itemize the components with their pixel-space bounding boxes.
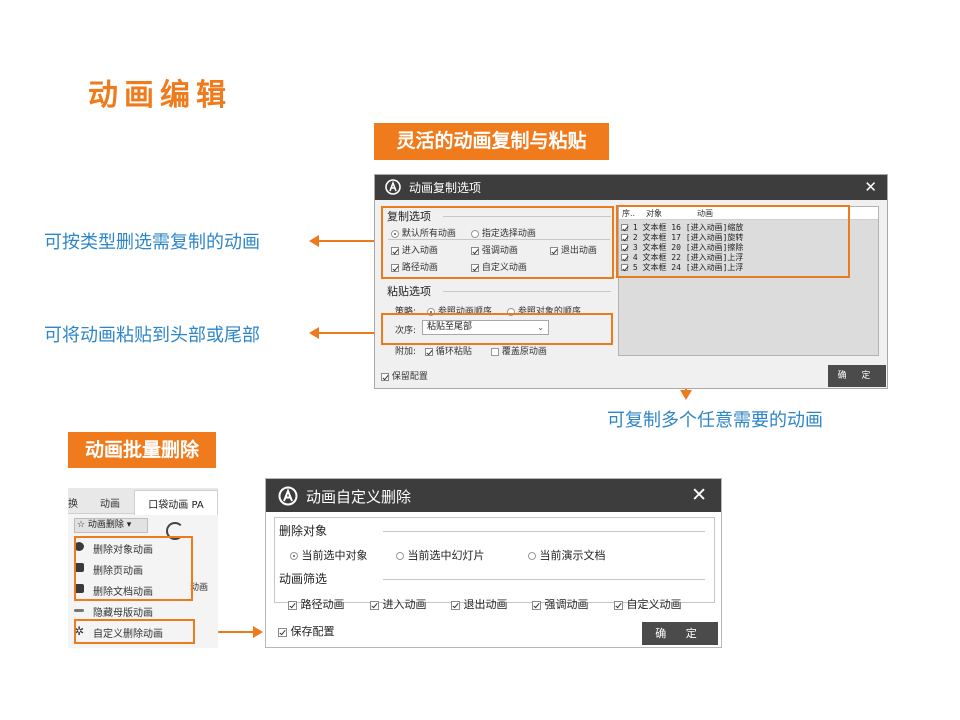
checkbox-icon	[451, 600, 460, 610]
section-divider	[383, 579, 705, 580]
close-icon[interactable]: ✕	[864, 178, 877, 196]
checkbox-label: 退出动画	[463, 598, 508, 611]
menu-item-hide-master[interactable]: 隐藏母版动画	[68, 600, 208, 621]
radio-icon	[528, 552, 536, 560]
checkbox-label: 路径动画	[300, 598, 345, 611]
radio-current-object[interactable]: 当前选中对象	[290, 547, 368, 563]
checkbox-loop-paste[interactable]: 循环粘贴	[425, 344, 472, 357]
pocket-animation-logo-icon	[278, 486, 298, 506]
radio-current-document[interactable]: 当前演示文档	[528, 547, 606, 563]
close-icon[interactable]: ✕	[691, 484, 707, 506]
dropdown-label: ☆ 动画删除 ▾	[77, 520, 132, 530]
checkbox-overwrite[interactable]: 覆盖原动画	[491, 344, 547, 357]
highlight-delete-menu	[74, 536, 193, 601]
checkbox-label: 保留配置	[391, 372, 428, 382]
highlight-custom-delete	[74, 619, 195, 644]
copy-paste-banner: 灵活的动画复制与粘贴	[374, 123, 609, 160]
radio-icon	[290, 552, 298, 560]
arrowhead-icon	[309, 327, 319, 339]
checkbox-label: 覆盖原动画	[501, 347, 547, 357]
section-divider	[383, 531, 705, 532]
checkbox-entrance[interactable]: 进入动画	[370, 596, 427, 612]
radio-label: 当前演示文档	[539, 549, 606, 562]
checkbox-icon	[278, 627, 287, 637]
custom-delete-dialog: 动画自定义删除 ✕ 删除对象 当前选中对象 当前选中幻灯片 当前演示文档 动画筛…	[265, 478, 722, 648]
checkbox-icon	[491, 347, 499, 356]
note-copy-multiple: 可复制多个任意需要的动画	[607, 410, 823, 431]
checkbox-emphasis[interactable]: 强调动画	[532, 596, 589, 612]
checkbox-label: 保存配置	[290, 625, 335, 638]
delete-options-panel: 删除对象 当前选中对象 当前选中幻灯片 当前演示文档 动画筛选	[274, 517, 715, 603]
ribbon-tabs: 换 动画 口袋动画 PA	[68, 488, 218, 515]
section-divider	[443, 291, 611, 292]
checkbox-save-config[interactable]: 保留配置	[381, 369, 428, 382]
tab-switch[interactable]: 换	[68, 495, 78, 510]
dialog-titlebar: 动画自定义删除 ✕	[266, 479, 721, 512]
arrowhead-icon	[680, 390, 692, 400]
arrow-to-paste-order	[318, 332, 380, 334]
dialog-title: 动画复制选项	[409, 181, 482, 195]
hide-icon	[74, 609, 84, 612]
radio-current-slide[interactable]: 当前选中幻灯片	[396, 547, 485, 563]
pocket-animation-logo-icon	[385, 179, 401, 195]
checkbox-label: 循环粘贴	[435, 347, 472, 357]
ok-button[interactable]: 确 定	[828, 365, 886, 387]
note-filter-copy: 可按类型删选需复制的动画	[44, 232, 260, 253]
checkbox-label: 自定义动画	[626, 598, 682, 611]
checkbox-custom[interactable]: 自定义动画	[614, 596, 682, 612]
checkbox-icon	[425, 347, 433, 356]
checkbox-icon	[370, 600, 379, 610]
radio-label: 当前选中对象	[301, 549, 368, 562]
arrowhead-icon	[253, 626, 263, 638]
arrow-to-copy-options	[318, 240, 380, 242]
checkbox-save-config[interactable]: 保存配置	[278, 623, 335, 639]
filter-label: 动画筛选	[279, 572, 328, 586]
checkbox-icon	[532, 600, 541, 610]
paste-section-label: 粘贴选项	[387, 285, 431, 298]
checkbox-icon	[288, 600, 297, 610]
radio-icon	[396, 552, 404, 560]
checkbox-label: 进入动画	[382, 598, 427, 611]
delete-target-label: 删除对象	[279, 524, 328, 538]
checkbox-icon	[381, 372, 389, 381]
note-paste-position: 可将动画粘贴到头部或尾部	[44, 325, 260, 346]
dialog-titlebar: 动画复制选项 ✕	[375, 175, 887, 200]
ok-button[interactable]: 确 定	[642, 622, 718, 645]
tab-pocket-animation[interactable]: 口袋动画 PA	[134, 490, 218, 515]
highlight-paste-order	[381, 313, 613, 345]
checkbox-label: 强调动画	[544, 598, 589, 611]
checkbox-icon	[614, 600, 623, 610]
checkbox-path[interactable]: 路径动画	[288, 596, 345, 612]
dialog-title: 动画自定义删除	[306, 488, 412, 506]
checkbox-exit[interactable]: 退出动画	[451, 596, 508, 612]
highlight-copy-options	[381, 206, 614, 279]
ribbon-snippet: 换 动画 口袋动画 PA ☆ 动画删除 ▾ 动画 删除对象动画 删除页动画 删除…	[68, 488, 218, 648]
copy-options-dialog: 动画复制选项 ✕ 复制选项 默认所有动画 指定选择动画 进入动画 强调动画 退出…	[374, 174, 888, 389]
tab-animation[interactable]: 动画	[100, 495, 120, 510]
slide-title: 动画编辑	[88, 78, 232, 113]
highlight-animation-list	[616, 205, 850, 278]
extra-label: 附加:	[395, 347, 417, 357]
animation-delete-dropdown[interactable]: ☆ 动画删除 ▾	[74, 518, 148, 533]
radio-label: 当前选中幻灯片	[407, 549, 485, 562]
batch-delete-banner: 动画批量删除	[68, 432, 216, 468]
arrowhead-icon	[309, 235, 319, 247]
menu-item-label: 隐藏母版动画	[93, 608, 153, 619]
